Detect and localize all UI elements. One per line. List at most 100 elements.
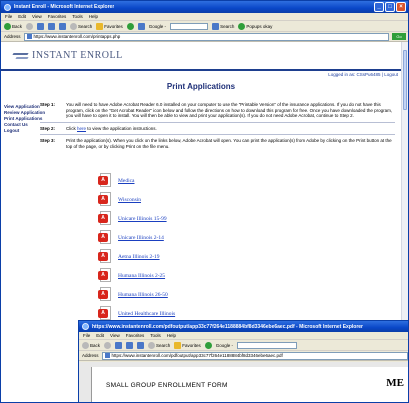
go-button[interactable]: Go bbox=[392, 33, 406, 40]
pdf-icon: A bbox=[98, 249, 112, 264]
forward-button[interactable] bbox=[104, 341, 112, 349]
list-item[interactable]: A Wisconsin bbox=[98, 190, 175, 209]
pdf-toolbar: Back Search Favorites Google - bbox=[79, 340, 408, 351]
app-link-medica[interactable]: Medica bbox=[118, 178, 135, 184]
search-button[interactable]: Search bbox=[148, 341, 170, 349]
app-link-wisconsin[interactable]: Wisconsin bbox=[118, 197, 141, 203]
mail-button[interactable] bbox=[137, 22, 145, 30]
refresh-button[interactable] bbox=[126, 341, 134, 349]
google-search-icon bbox=[212, 22, 220, 30]
step-1-label: Step 1: bbox=[40, 102, 56, 107]
page-title: Print Applications bbox=[166, 82, 236, 91]
step-divider bbox=[40, 134, 395, 135]
stop-icon bbox=[115, 341, 123, 349]
logo-text: INSTANT ENROLL bbox=[32, 50, 123, 61]
search-icon bbox=[70, 22, 78, 30]
menu-edit[interactable]: Edit bbox=[96, 333, 104, 338]
media-button[interactable] bbox=[204, 341, 212, 349]
app-link-humana-26-50[interactable]: Humana Illinois 26-50 bbox=[118, 292, 168, 298]
app-link-united-healthcare[interactable]: United Healthcare Illinois bbox=[118, 311, 175, 317]
list-item[interactable]: A Unicare Illinois 2-14 bbox=[98, 228, 175, 247]
forward-button[interactable] bbox=[26, 22, 34, 30]
google-toolbar-label[interactable]: Google - bbox=[216, 343, 233, 348]
instructions-link[interactable]: here bbox=[77, 126, 86, 131]
favorites-star-icon bbox=[174, 341, 182, 349]
pdf-window-title: https://www.instantenroll.com/pdfoutput/… bbox=[92, 323, 363, 330]
logged-in-status[interactable]: Logged in as: CSsPu6485 | Logout bbox=[328, 72, 398, 77]
list-item[interactable]: A Unicare Illinois 15-99 bbox=[98, 209, 175, 228]
stop-button[interactable] bbox=[37, 22, 45, 30]
google-search-button[interactable]: Search bbox=[212, 22, 234, 30]
google-toolbar-label[interactable]: Google - bbox=[149, 24, 166, 29]
main-menu-bar: File Edit View Favorites Tools Help bbox=[1, 13, 408, 21]
menu-help[interactable]: Help bbox=[89, 14, 98, 19]
google-search-input[interactable] bbox=[170, 22, 209, 30]
maximize-icon[interactable]: □ bbox=[385, 2, 395, 12]
menu-favorites[interactable]: Favorites bbox=[126, 333, 145, 338]
step-divider bbox=[40, 121, 395, 123]
mail-icon bbox=[137, 22, 145, 30]
menu-file[interactable]: File bbox=[83, 333, 90, 338]
stop-icon bbox=[37, 22, 45, 30]
pdf-document-view[interactable]: SMALL GROUP ENROLLMENT FORM ME bbox=[79, 362, 408, 402]
minimize-icon[interactable]: _ bbox=[374, 2, 384, 12]
pdf-icon: A bbox=[98, 268, 112, 283]
page-icon bbox=[26, 34, 32, 39]
list-item[interactable]: A Aetna Illinois 2-19 bbox=[98, 247, 175, 266]
sidebar-item-logout[interactable]: Logout bbox=[4, 128, 40, 134]
back-button[interactable]: Back bbox=[4, 22, 22, 30]
site-logo[interactable]: INSTANT ENROLL bbox=[13, 50, 123, 61]
menu-tools[interactable]: Tools bbox=[150, 333, 161, 338]
app-link-unicare-2-14[interactable]: Unicare Illinois 2-14 bbox=[118, 235, 164, 241]
search-icon bbox=[148, 341, 156, 349]
list-item[interactable]: A Humana Illinois 26-50 bbox=[98, 285, 175, 304]
back-button[interactable]: Back bbox=[82, 341, 100, 349]
menu-edit[interactable]: Edit bbox=[18, 14, 26, 19]
list-item[interactable]: A Medica bbox=[98, 171, 175, 190]
refresh-button[interactable] bbox=[48, 22, 56, 30]
app-link-aetna-2-19[interactable]: Aetna Illinois 2-19 bbox=[118, 254, 160, 260]
address-input[interactable]: https://www.instantenroll.com/pdfoutput/… bbox=[101, 351, 408, 360]
form-brand-logo: ME bbox=[386, 377, 404, 389]
scrollbar-thumb[interactable] bbox=[403, 50, 407, 110]
main-title-bar[interactable]: Instant Enroll - Microsoft Internet Expl… bbox=[1, 1, 408, 13]
menu-help[interactable]: Help bbox=[167, 333, 176, 338]
pdf-icon: A bbox=[98, 230, 112, 245]
menu-view[interactable]: View bbox=[32, 14, 42, 19]
stop-button[interactable] bbox=[115, 341, 123, 349]
favorites-star-icon bbox=[96, 22, 104, 30]
menu-tools[interactable]: Tools bbox=[72, 14, 83, 19]
menu-favorites[interactable]: Favorites bbox=[48, 14, 67, 19]
pdf-browser-window: https://www.instantenroll.com/pdfoutput/… bbox=[78, 320, 409, 403]
back-arrow-icon bbox=[82, 341, 89, 349]
menu-file[interactable]: File bbox=[5, 14, 12, 19]
close-icon[interactable]: × bbox=[396, 2, 406, 12]
google-search-input[interactable] bbox=[237, 341, 298, 349]
home-button[interactable] bbox=[137, 341, 145, 349]
menu-view[interactable]: View bbox=[110, 333, 120, 338]
search-button[interactable]: Search bbox=[70, 22, 92, 30]
pdf-icon: A bbox=[98, 211, 112, 226]
home-button[interactable] bbox=[59, 22, 67, 30]
favorites-button[interactable]: Favorites bbox=[174, 341, 201, 349]
popup-blocker-icon bbox=[238, 22, 246, 30]
app-link-humana-2-25[interactable]: Humana Illinois 2-25 bbox=[118, 273, 165, 279]
pdf-page-icon bbox=[104, 353, 110, 358]
pdf-menu-bar: File Edit View Favorites Tools Help bbox=[79, 332, 408, 340]
address-input[interactable]: https://www.instantenroll.com/printapps.… bbox=[23, 32, 389, 41]
media-button[interactable] bbox=[126, 22, 134, 30]
pdf-title-bar[interactable]: https://www.instantenroll.com/pdfoutput/… bbox=[79, 321, 408, 332]
home-icon bbox=[137, 341, 145, 349]
favorites-button[interactable]: Favorites bbox=[96, 22, 123, 30]
app-link-unicare-15-99[interactable]: Unicare Illinois 15-99 bbox=[118, 216, 167, 222]
header-divider bbox=[1, 69, 401, 71]
address-value: https://www.instantenroll.com/printapps.… bbox=[33, 34, 121, 39]
ie-icon bbox=[4, 3, 11, 11]
list-item[interactable]: A Humana Illinois 2-25 bbox=[98, 266, 175, 285]
pdf-icon: A bbox=[98, 173, 112, 188]
step-3-text: Print the application(s). When you click… bbox=[66, 138, 392, 149]
address-value: https://www.instantenroll.com/pdfoutput/… bbox=[111, 353, 283, 358]
step-1-text: You will need to have Adobe Acrobat Read… bbox=[66, 102, 393, 118]
popups-button[interactable]: Popups okay bbox=[238, 22, 272, 30]
pdf-icon: A bbox=[98, 192, 112, 207]
